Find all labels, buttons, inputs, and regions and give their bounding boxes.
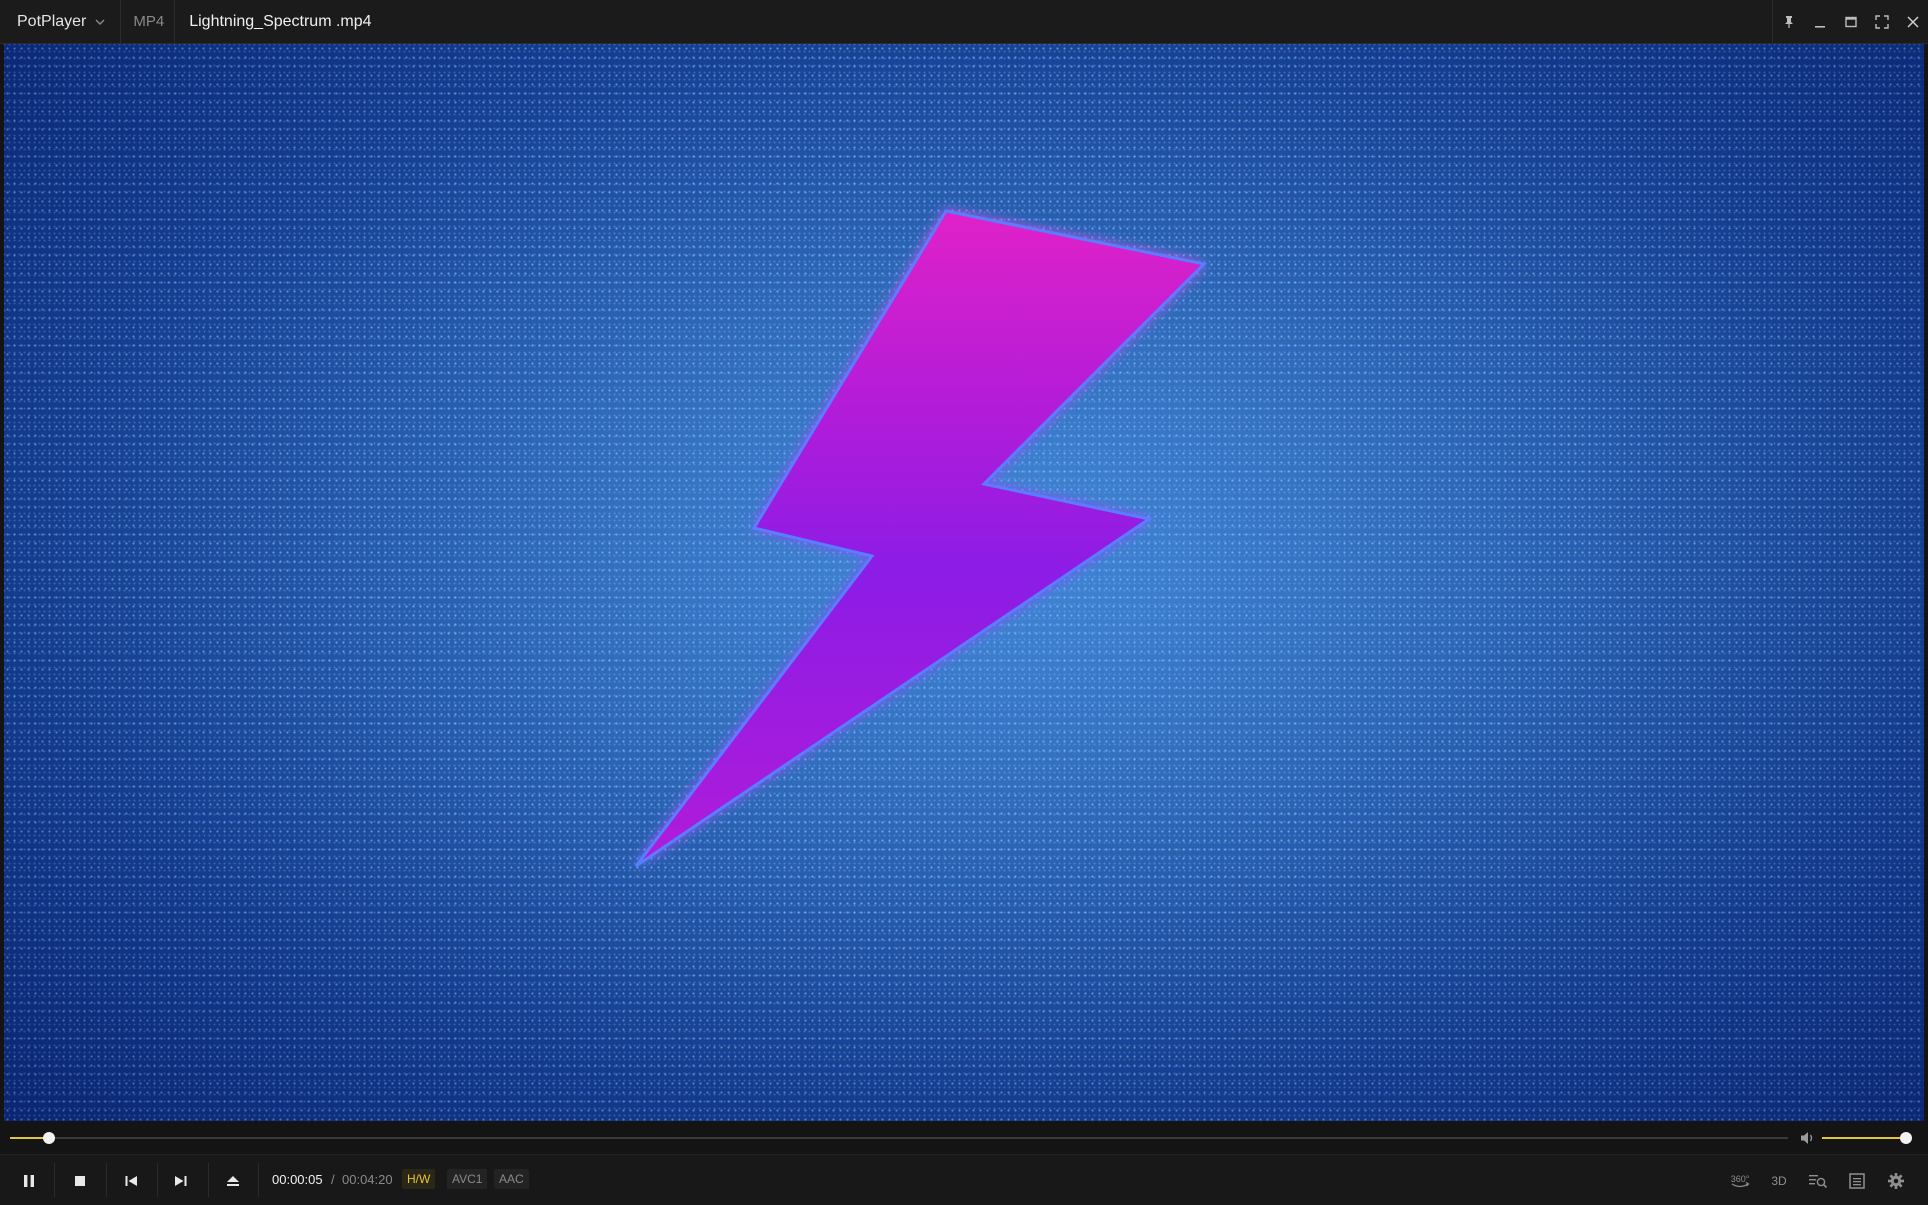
stereo-label: 3D bbox=[1771, 1174, 1787, 1188]
pause-icon bbox=[24, 1174, 34, 1187]
gear-icon bbox=[1888, 1172, 1904, 1189]
vr-360-button[interactable]: 360° bbox=[1725, 1155, 1755, 1205]
total-duration: 00:04:20 bbox=[342, 1172, 393, 1187]
maximize-icon bbox=[1844, 16, 1857, 27]
video-frame[interactable] bbox=[4, 44, 1924, 1121]
pin-button[interactable] bbox=[1773, 0, 1804, 43]
next-button[interactable] bbox=[166, 1155, 196, 1205]
3d-mode-button[interactable]: 3D bbox=[1764, 1155, 1794, 1205]
maximize-button[interactable] bbox=[1835, 0, 1866, 43]
time-separator: / bbox=[331, 1172, 335, 1187]
volume-level bbox=[1822, 1137, 1906, 1139]
lightning-bolt-graphic bbox=[634, 209, 1208, 868]
volume-icon[interactable] bbox=[1799, 1130, 1817, 1146]
close-icon bbox=[1906, 15, 1919, 28]
skip-previous-icon bbox=[125, 1175, 137, 1186]
seek-bar[interactable] bbox=[10, 1137, 1788, 1139]
potplayer-window: PotPlayer MP4 Lightning_Spectrum .mp4 00… bbox=[0, 0, 1928, 1205]
file-name: Lightning_Spectrum .mp4 bbox=[189, 12, 372, 30]
chevron-down-icon bbox=[95, 19, 105, 25]
minimize-icon bbox=[1814, 25, 1825, 28]
control-bar: 00:00:05 / 00:04:20 H/W AVC1 AAC 360° 3D bbox=[0, 1154, 1928, 1205]
fullscreen-button[interactable] bbox=[1866, 0, 1897, 43]
previous-button[interactable] bbox=[116, 1155, 146, 1205]
skip-next-icon bbox=[175, 1175, 187, 1186]
divider bbox=[54, 1163, 55, 1197]
app-menu-button[interactable]: PotPlayer bbox=[0, 0, 122, 43]
divider bbox=[258, 1163, 259, 1197]
app-name: PotPlayer bbox=[17, 12, 87, 30]
close-button[interactable] bbox=[1897, 0, 1928, 43]
eject-icon bbox=[227, 1175, 239, 1186]
stop-icon bbox=[75, 1175, 85, 1186]
stop-button[interactable] bbox=[65, 1155, 95, 1205]
pin-icon bbox=[1784, 15, 1793, 28]
settings-button[interactable] bbox=[1881, 1155, 1911, 1205]
list-panel-icon bbox=[1849, 1172, 1865, 1189]
fullscreen-icon bbox=[1874, 14, 1889, 29]
seek-handle[interactable] bbox=[43, 1132, 56, 1144]
minimize-button[interactable] bbox=[1804, 0, 1835, 43]
playlist-search-icon bbox=[1809, 1174, 1828, 1188]
playlist-button[interactable] bbox=[1842, 1155, 1872, 1205]
volume-handle[interactable] bbox=[1900, 1132, 1912, 1144]
format-label: MP4 bbox=[121, 0, 176, 43]
divider bbox=[157, 1163, 158, 1197]
hw-decoding-badge[interactable]: H/W bbox=[402, 1169, 436, 1189]
open-file-button[interactable] bbox=[218, 1155, 248, 1205]
playlist-search-button[interactable] bbox=[1803, 1155, 1833, 1205]
pause-button[interactable] bbox=[14, 1155, 44, 1205]
3d-icon: 3D bbox=[1771, 1174, 1787, 1188]
divider bbox=[208, 1163, 209, 1197]
vr-360-icon: 360° bbox=[1731, 1174, 1750, 1187]
title-bar: PotPlayer MP4 Lightning_Spectrum .mp4 bbox=[0, 0, 1928, 44]
video-codec-badge[interactable]: AVC1 bbox=[447, 1169, 488, 1189]
seek-row bbox=[0, 1122, 1928, 1154]
divider bbox=[106, 1163, 107, 1197]
audio-codec-badge[interactable]: AAC bbox=[494, 1169, 529, 1189]
current-time: 00:00:05 bbox=[272, 1172, 323, 1187]
